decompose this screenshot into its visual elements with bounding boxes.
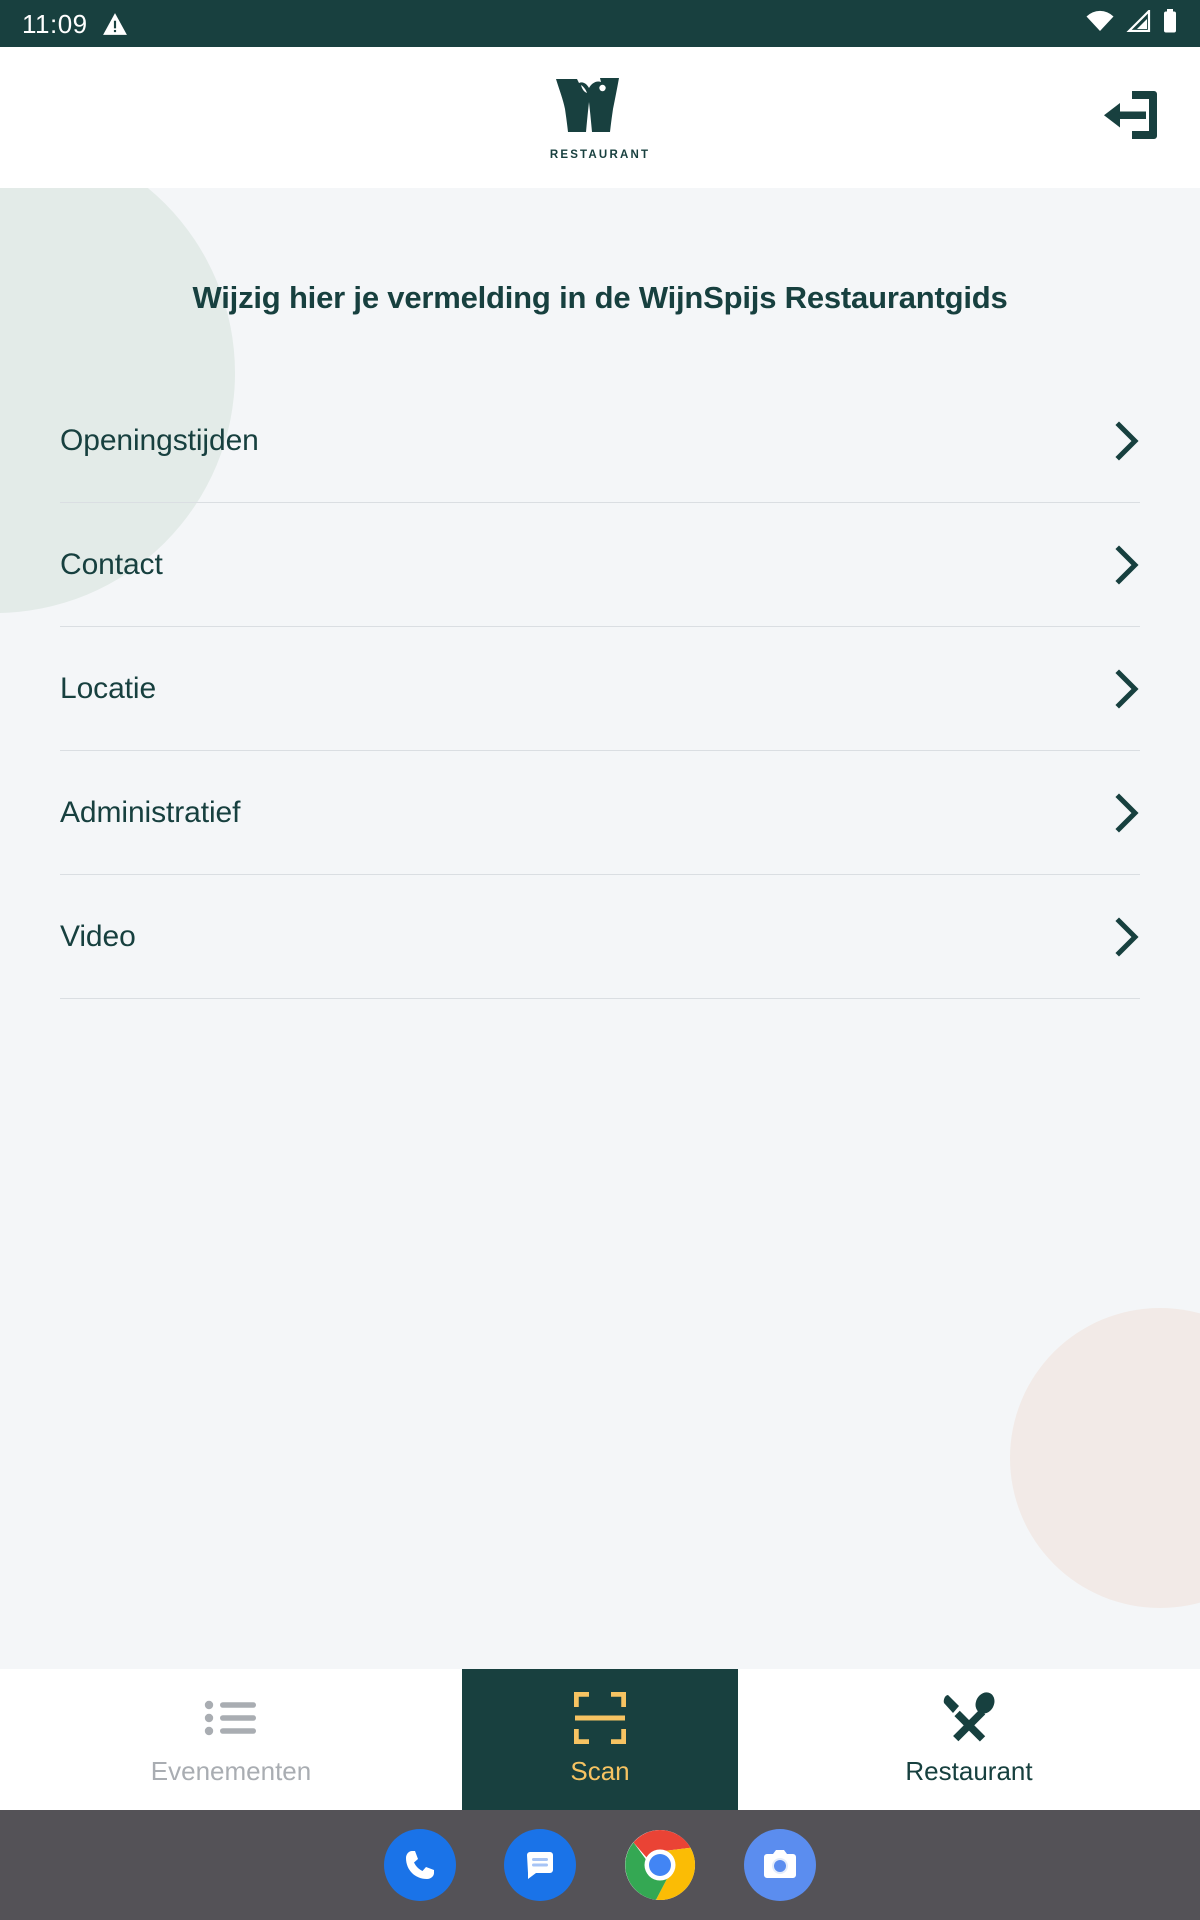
chevron-right-icon [1114, 916, 1140, 957]
chevron-right-icon [1114, 668, 1140, 709]
android-dock [0, 1810, 1200, 1920]
menu-item-label: Video [60, 919, 136, 953]
menu-item-administratief[interactable]: Administratief [60, 751, 1140, 875]
cellular-signal-icon [1125, 8, 1151, 37]
status-bar-indicators [1086, 8, 1178, 38]
logout-button[interactable] [1096, 83, 1166, 153]
logout-icon [1102, 87, 1160, 148]
brand-logo: RESTAURANT [550, 75, 650, 161]
menu-item-label: Contact [60, 547, 163, 581]
tab-label: Restaurant [905, 1756, 1033, 1786]
main-content: Wijzig hier je vermelding in de WijnSpij… [0, 188, 1200, 1669]
menu-item-locatie[interactable]: Locatie [60, 627, 1140, 751]
tab-evenementen[interactable]: Evenementen [0, 1669, 462, 1810]
scan-frame-icon [574, 1692, 626, 1744]
camera-icon[interactable] [744, 1829, 816, 1901]
chevron-right-icon [1114, 544, 1140, 585]
battery-icon [1162, 9, 1178, 38]
tab-label: Evenementen [150, 1756, 312, 1786]
menu-item-contact[interactable]: Contact [60, 503, 1140, 627]
wifi-icon [1086, 10, 1114, 37]
chevron-right-icon [1114, 420, 1140, 461]
app-header: RESTAURANT [0, 47, 1200, 188]
list-bullets-icon [204, 1692, 258, 1744]
tab-scan[interactable]: Scan [462, 1669, 738, 1810]
phone-screen: 11:09 RESTAURANT Wijzig hier je vermeldi… [0, 0, 1200, 1920]
status-bar: 11:09 [0, 0, 1200, 47]
tab-label: Scan [570, 1756, 630, 1786]
settings-menu-list: Openingstijden Contact Locatie Administr… [0, 379, 1200, 999]
page-title: Wijzig hier je vermelding in de WijnSpij… [192, 280, 1008, 315]
warning-triangle-icon [102, 12, 128, 36]
brand-wordmark: RESTAURANT [549, 148, 651, 161]
menu-item-label: Locatie [60, 671, 157, 705]
chevron-right-icon [1114, 792, 1140, 833]
menu-item-video[interactable]: Video [60, 875, 1140, 999]
bottom-tab-bar: Evenementen Scan Restaurant [0, 1669, 1200, 1810]
phone-icon[interactable] [384, 1829, 456, 1901]
tab-restaurant[interactable]: Restaurant [738, 1669, 1200, 1810]
menu-item-openingstijden[interactable]: Openingstijden [60, 379, 1140, 503]
wijnspijs-w-logo [553, 75, 647, 146]
status-bar-clock: 11:09 [22, 8, 88, 39]
menu-item-label: Administratief [60, 795, 241, 829]
decorative-pink-circle [1010, 1308, 1200, 1608]
chrome-icon[interactable] [624, 1829, 696, 1901]
menu-item-label: Openingstijden [60, 423, 259, 457]
cutlery-icon [942, 1692, 996, 1744]
messages-icon[interactable] [504, 1829, 576, 1901]
